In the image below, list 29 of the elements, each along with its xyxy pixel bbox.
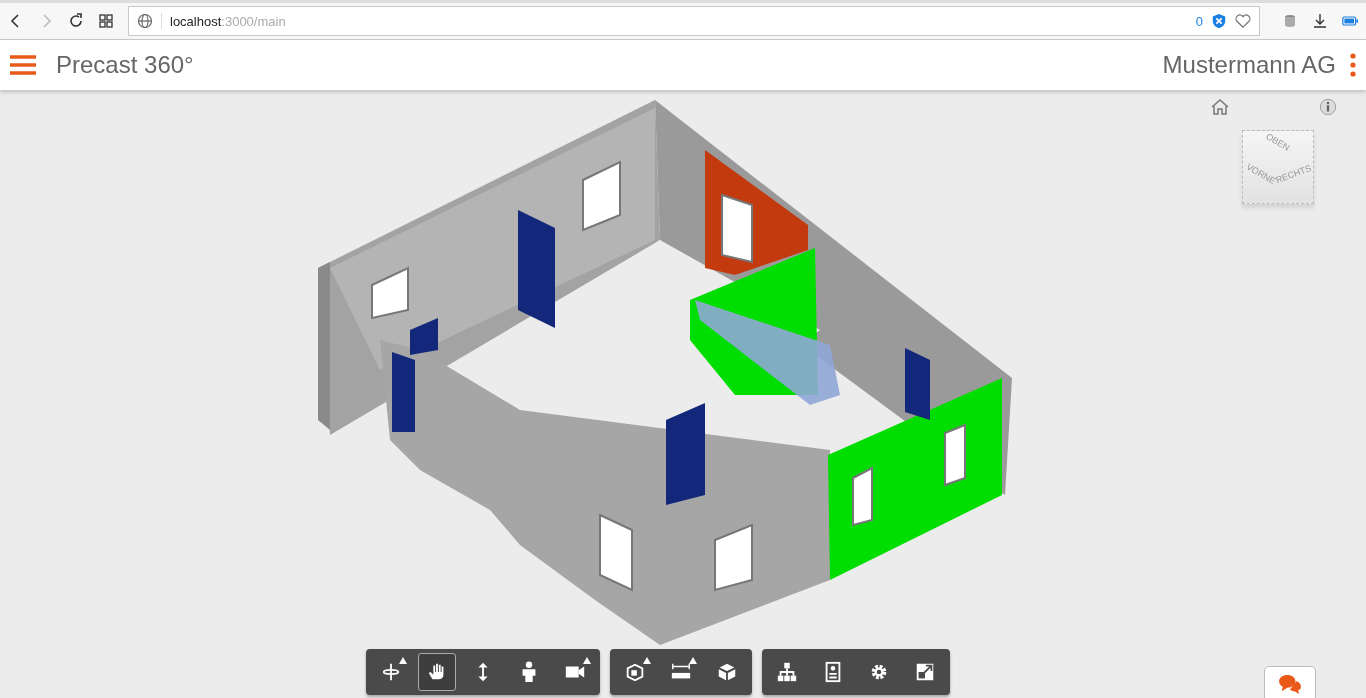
database-icon[interactable] <box>1282 13 1298 29</box>
reload-icon[interactable] <box>68 13 84 29</box>
heart-icon[interactable] <box>1235 13 1251 29</box>
company-name: Mustermann AG <box>1162 51 1336 79</box>
menu-icon[interactable] <box>10 54 36 76</box>
menu-caret-icon <box>583 657 591 664</box>
battery-icon[interactable] <box>1342 13 1358 29</box>
app-title: Precast 360° <box>56 51 195 79</box>
fullscreen-icon <box>914 661 936 683</box>
url-text: localhost:3000/main <box>170 13 287 29</box>
home-icon[interactable] <box>1210 98 1230 116</box>
menu-caret-icon <box>643 657 651 664</box>
tabs-grid-icon[interactable] <box>98 13 114 29</box>
orbit-icon <box>380 661 402 683</box>
info-icon[interactable] <box>1318 98 1338 116</box>
download-icon[interactable] <box>1312 13 1328 29</box>
chat-icon <box>1277 674 1303 694</box>
blocker-count: 0 <box>1195 13 1203 29</box>
address-bar[interactable]: localhost:3000/main 0 <box>128 6 1260 36</box>
hierarchy-icon <box>776 661 798 683</box>
menu-caret-icon <box>399 657 407 664</box>
section-box-icon <box>624 661 646 683</box>
cube-icon <box>716 661 738 683</box>
more-options-icon[interactable] <box>1350 53 1356 77</box>
hand-button[interactable] <box>418 653 456 691</box>
globe-icon <box>137 13 162 29</box>
chat-button[interactable] <box>1264 666 1316 698</box>
menu-caret-icon <box>689 657 697 664</box>
shield-icon[interactable] <box>1211 13 1227 29</box>
